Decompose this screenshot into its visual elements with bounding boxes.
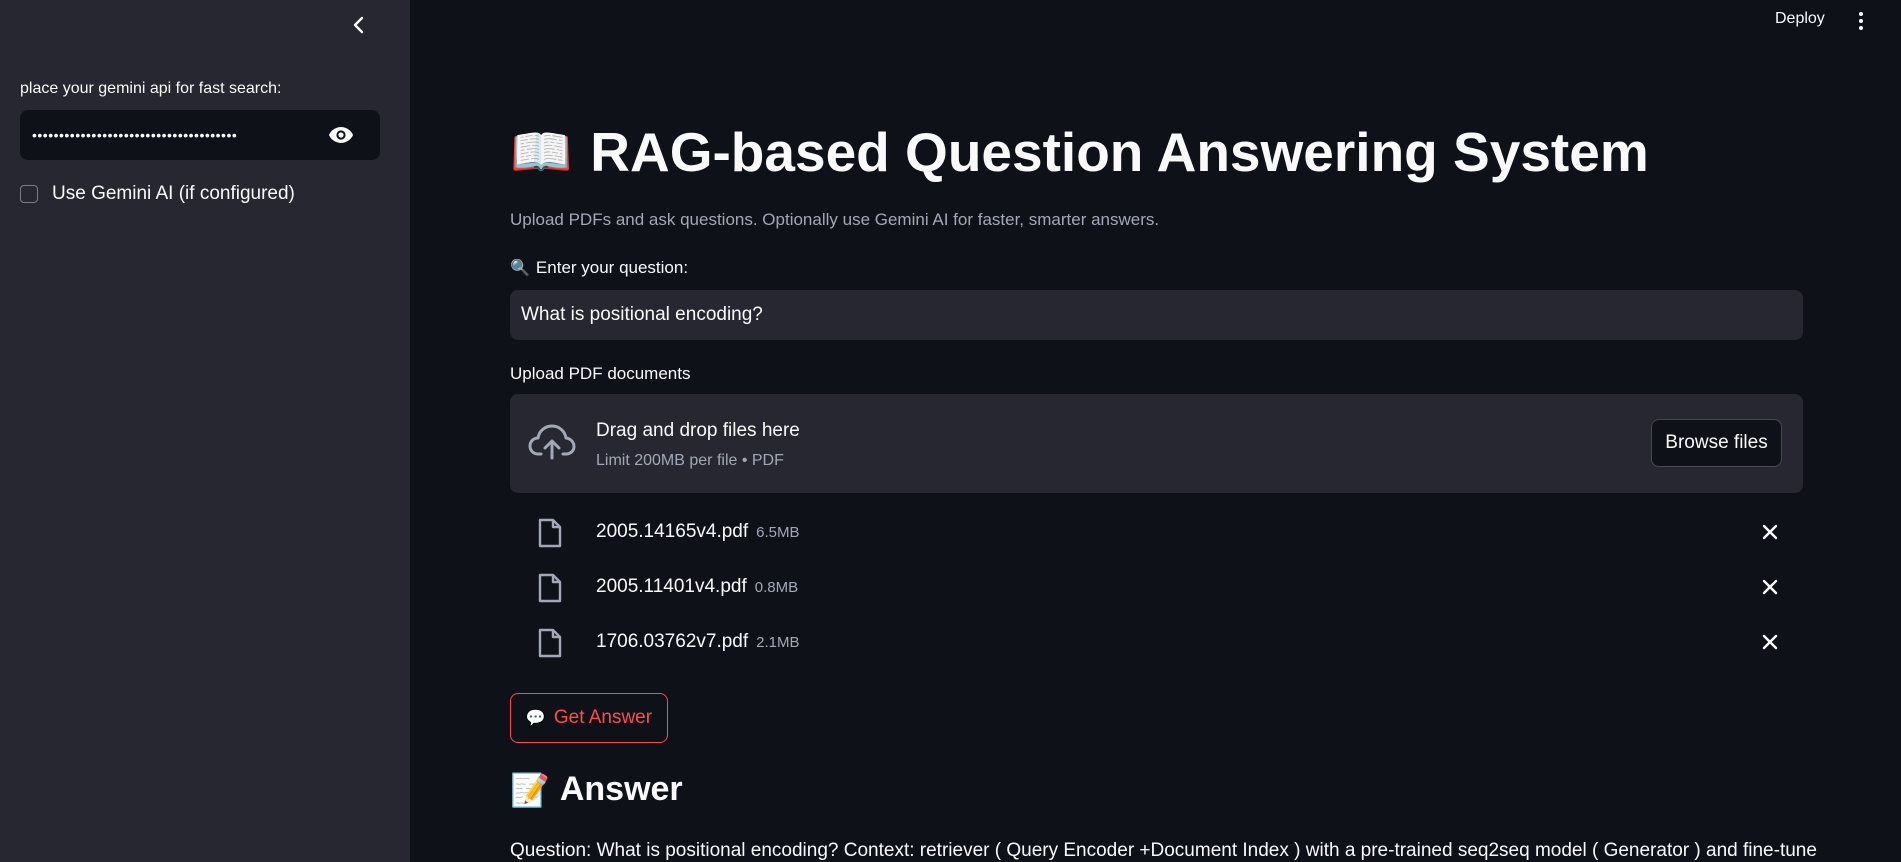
answer-heading-text: Answer (559, 770, 683, 808)
memo-icon: 📝 (510, 771, 550, 808)
file-icon (538, 573, 562, 603)
speech-bubble-icon: 💬 (525, 710, 546, 727)
answer-heading: 📝 Answer (510, 770, 683, 809)
cloud-upload-icon (528, 424, 576, 460)
close-icon (1762, 579, 1778, 595)
eye-icon (329, 127, 353, 143)
question-label-text: Enter your question: (535, 258, 689, 277)
dropzone-limit: Limit 200MB per file • PDF (596, 452, 784, 469)
use-gemini-label: Use Gemini AI (if configured) (52, 183, 295, 204)
vertical-dots-icon (1859, 12, 1863, 16)
use-gemini-row[interactable]: Use Gemini AI (if configured) (20, 183, 295, 205)
question-label: 🔍 Enter your question: (510, 258, 688, 278)
browse-files-button[interactable]: Browse files (1651, 419, 1782, 467)
api-key-value: •••••••••••••••••••••••••••••••••••••• (32, 127, 238, 143)
file-name: 1706.03762v7.pdf (596, 631, 749, 652)
page-subtitle: Upload PDFs and ask questions. Optionall… (510, 210, 1160, 229)
dropzone-title: Drag and drop files here (596, 420, 800, 441)
get-answer-button[interactable]: 💬 Get Answer (510, 693, 668, 743)
page-title: 📖 RAG-based Question Answering System (510, 120, 1649, 184)
book-icon: 📖 (510, 123, 573, 180)
file-icon (538, 518, 562, 548)
file-name: 2005.11401v4.pdf (596, 576, 747, 597)
remove-file-button[interactable] (1760, 577, 1780, 597)
file-name: 2005.14165v4.pdf (596, 521, 749, 542)
uploaded-file-row: 2005.14165v4.pdf 6.5MB (510, 512, 1803, 552)
question-input[interactable]: What is positional encoding? (510, 290, 1803, 340)
collapse-sidebar-button[interactable] (344, 10, 374, 40)
remove-file-button[interactable] (1760, 522, 1780, 542)
file-dropzone[interactable]: Drag and drop files here Limit 200MB per… (510, 394, 1803, 493)
show-password-button[interactable] (328, 123, 354, 147)
uploaded-file-row: 1706.03762v7.pdf 2.1MB (510, 622, 1803, 662)
api-key-label: place your gemini api for fast search: (20, 80, 282, 97)
close-icon (1762, 524, 1778, 540)
main-content: 📖 RAG-based Question Answering System Up… (510, 0, 1817, 862)
upload-label: Upload PDF documents (510, 364, 691, 383)
chevron-left-icon (353, 16, 364, 34)
sidebar: place your gemini api for fast search: •… (0, 0, 410, 862)
use-gemini-checkbox[interactable] (20, 185, 38, 203)
page-title-text: RAG-based Question Answering System (590, 121, 1649, 183)
uploaded-file-row: 2005.11401v4.pdf 0.8MB (510, 567, 1803, 607)
close-icon (1762, 634, 1778, 650)
file-size: 2.1MB (756, 634, 800, 651)
magnifier-icon: 🔍 (510, 260, 530, 277)
file-icon (538, 628, 562, 658)
remove-file-button[interactable] (1760, 632, 1780, 652)
api-key-input[interactable]: •••••••••••••••••••••••••••••••••••••• (20, 110, 380, 160)
file-size: 6.5MB (756, 524, 800, 541)
answer-text: Question: What is positional encoding? C… (510, 840, 1817, 861)
get-answer-label: Get Answer (553, 707, 653, 728)
main-menu-button[interactable] (1854, 8, 1868, 34)
file-size: 0.8MB (754, 579, 799, 596)
